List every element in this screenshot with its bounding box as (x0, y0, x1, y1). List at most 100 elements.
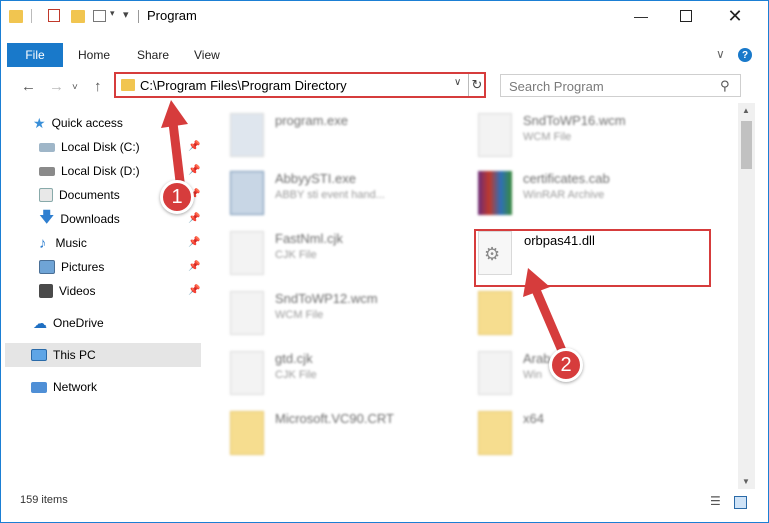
forward-button[interactable]: → (49, 78, 64, 95)
file-name: certificates.cab (523, 171, 610, 186)
drive-icon (39, 142, 55, 152)
file-name: Arab (523, 351, 551, 366)
file-tile[interactable]: Arab Win (478, 349, 718, 399)
monitor-icon (31, 349, 47, 361)
title-bar: ▾ ▾ Program — ✕ (1, 1, 768, 31)
qa-dropdown-icon[interactable]: ▾ (123, 8, 129, 24)
view-options-icon[interactable] (93, 10, 106, 22)
nav-videos[interactable]: Videos (39, 280, 95, 302)
file-name: AbbyySTI.exe (275, 171, 356, 186)
nav-local-disk-c[interactable]: Local Disk (C:) (39, 136, 140, 158)
file-tile[interactable]: gtd.cjk CJK File (230, 349, 470, 399)
recent-locations-icon[interactable]: ˅ (72, 82, 78, 93)
file-tile[interactable]: AbbyySTI.exe ABBY sti event hand... (230, 169, 470, 219)
tab-view[interactable]: View (194, 43, 220, 67)
search-input[interactable]: Search Program ⚲ (500, 74, 741, 97)
ribbon-tabs: File Home Share View ∨ ? (1, 43, 768, 67)
vertical-scrollbar[interactable]: ▲ ▼ (738, 103, 755, 489)
pin-icon[interactable]: 📌 (188, 165, 200, 176)
nav-pictures[interactable]: Pictures (39, 256, 104, 278)
explorer-window: ▾ ▾ Program — ✕ File Home Share View ∨ ?… (0, 0, 769, 523)
star-icon: ★ (33, 114, 46, 131)
pin-icon[interactable]: 📌 (188, 141, 200, 152)
checkmark-icon[interactable] (48, 9, 60, 22)
document-icon (230, 351, 264, 395)
folder-icon (478, 291, 512, 335)
file-tile[interactable] (478, 289, 718, 339)
exe-file-icon (230, 113, 264, 157)
customize-qa-icon[interactable]: ▾ (110, 8, 115, 24)
file-tile[interactable]: FastNml.cjk CJK File (230, 229, 470, 279)
nav-local-disk-d[interactable]: Local Disk (D:) (39, 160, 140, 182)
nav-quick-access[interactable]: ★ Quick access (33, 112, 123, 134)
pin-icon[interactable]: 📌 (188, 213, 200, 224)
file-type: WCM File (523, 131, 572, 143)
nav-label: Local Disk (D:) (61, 164, 140, 178)
pin-icon[interactable]: 📌 (188, 237, 200, 248)
nav-onedrive[interactable]: ☁ OneDrive (33, 312, 104, 334)
pin-icon[interactable]: 📌 (188, 285, 200, 296)
properties-icon[interactable] (31, 9, 32, 23)
help-icon[interactable]: ? (738, 48, 752, 62)
nav-network[interactable]: Network (31, 376, 97, 398)
ribbon-expand-icon[interactable]: ∨ (716, 47, 725, 61)
window-title: Program (147, 8, 197, 23)
nav-music[interactable]: ♪ Music (39, 232, 87, 254)
file-tile[interactable]: Microsoft.VC90.CRT (230, 409, 470, 459)
tab-file[interactable]: File (7, 43, 63, 67)
file-list: program.exe SndToWP16.wcm WCM File Abbyy… (208, 109, 738, 487)
nav-label: Videos (59, 284, 96, 298)
scroll-up-icon[interactable]: ▲ (742, 106, 750, 115)
file-tile[interactable]: certificates.cab WinRAR Archive (478, 169, 718, 219)
details-view-icon[interactable]: ☰ (710, 494, 721, 508)
address-bar[interactable]: C:\Program Files\Program Directory ∨ ↻ (114, 72, 486, 98)
file-name: SndToWP12.wcm (275, 291, 378, 306)
large-icons-view-icon[interactable] (734, 496, 747, 509)
document-icon (478, 113, 512, 157)
file-tile[interactable]: SndToWP12.wcm WCM File (230, 289, 470, 339)
close-button[interactable]: ✕ (712, 1, 758, 31)
file-type: WCM File (275, 309, 324, 321)
nav-this-pc[interactable]: This PC (31, 344, 96, 366)
back-button[interactable]: ← (21, 78, 36, 95)
document-icon (230, 231, 264, 275)
search-icon: ⚲ (720, 78, 730, 93)
pin-icon[interactable]: 📌 (188, 261, 200, 272)
address-path[interactable]: C:\Program Files\Program Directory (140, 78, 347, 93)
nav-downloads[interactable]: 🡇 Downloads (39, 208, 120, 230)
videos-icon (39, 284, 53, 298)
file-name: FastNml.cjk (275, 231, 343, 246)
step-1-badge: 1 (160, 180, 194, 214)
tab-share[interactable]: Share (137, 43, 169, 67)
file-name: program.exe (275, 113, 348, 128)
pictures-icon (39, 260, 55, 274)
maximize-button[interactable] (663, 1, 709, 31)
file-tile[interactable]: SndToWP16.wcm WCM File (478, 111, 718, 161)
nav-documents[interactable]: Documents (39, 184, 120, 206)
file-tile[interactable]: x64 (478, 409, 718, 459)
file-name: Microsoft.VC90.CRT (275, 411, 394, 426)
scrollbar-thumb[interactable] (741, 121, 752, 169)
download-arrow-icon: 🡇 (39, 208, 55, 226)
file-tile[interactable]: program.exe (230, 111, 470, 161)
title-separator (138, 10, 139, 23)
scroll-down-icon[interactable]: ▼ (742, 477, 750, 486)
refresh-icon[interactable]: ↻ (468, 74, 485, 96)
minimize-button[interactable]: — (618, 1, 664, 31)
file-type: Win (523, 369, 542, 381)
folder-icon (9, 10, 23, 23)
nav-label: Music (55, 236, 87, 250)
file-type: CJK File (275, 249, 317, 261)
network-icon (31, 381, 47, 393)
file-name: SndToWP16.wcm (523, 113, 626, 128)
file-name: x64 (523, 411, 544, 426)
tab-home[interactable]: Home (78, 43, 110, 67)
new-folder-icon[interactable] (71, 10, 85, 23)
step-2-badge: 2 (549, 348, 583, 382)
address-dropdown-icon[interactable]: ∨ (454, 77, 461, 88)
up-button[interactable]: ↑ (94, 78, 102, 95)
winrar-archive-icon (478, 171, 512, 215)
maximize-icon (680, 10, 692, 22)
file-type: ABBY sti event hand... (275, 189, 385, 201)
nav-label: Local Disk (C:) (61, 140, 140, 154)
